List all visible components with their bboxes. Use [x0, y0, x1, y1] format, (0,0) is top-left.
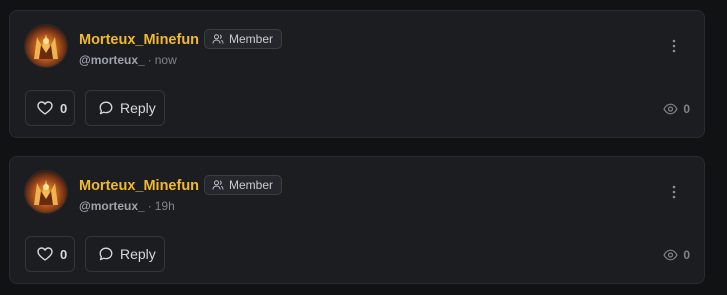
avatar[interactable]	[25, 25, 67, 67]
avatar[interactable]	[25, 171, 67, 213]
eye-icon	[663, 103, 678, 115]
like-button[interactable]: 0	[25, 236, 75, 272]
chat-bubble-icon	[99, 101, 113, 115]
meta-separator: ·	[147, 199, 152, 213]
reply-button[interactable]: Reply	[85, 90, 165, 126]
comment-feed: Morteux_Minefun Member @morteux_ · now 0…	[0, 0, 727, 295]
heart-icon	[37, 247, 53, 261]
role-badge-label: Member	[229, 32, 274, 46]
view-count-value: 0	[683, 102, 690, 116]
reply-button[interactable]: Reply	[85, 236, 165, 272]
reply-label: Reply	[120, 100, 156, 116]
view-count: 0	[663, 102, 690, 116]
author-name[interactable]: Morteux_Minefun	[79, 31, 199, 49]
role-badge: Member	[204, 175, 283, 195]
comment-card: Morteux_Minefun Member @morteux_ · 19h 0…	[9, 156, 705, 284]
like-count: 0	[60, 100, 68, 116]
post-meta: @morteux_ · now	[79, 53, 177, 67]
view-count-value: 0	[683, 248, 690, 262]
author-handle[interactable]: @morteux_	[79, 199, 145, 213]
role-badge: Member	[204, 29, 283, 49]
author-name[interactable]: Morteux_Minefun	[79, 177, 199, 195]
more-vertical-icon	[672, 185, 676, 199]
author-handle[interactable]: @morteux_	[79, 53, 145, 67]
view-count: 0	[663, 248, 690, 262]
more-options-button[interactable]	[666, 183, 682, 201]
reply-label: Reply	[120, 246, 156, 262]
meta-separator: ·	[147, 53, 152, 67]
eye-icon	[663, 249, 678, 261]
like-count: 0	[60, 246, 68, 262]
post-meta: @morteux_ · 19h	[79, 199, 175, 213]
more-options-button[interactable]	[666, 37, 682, 55]
comment-card: Morteux_Minefun Member @morteux_ · now 0…	[9, 10, 705, 138]
post-timestamp: 19h	[154, 199, 175, 213]
chat-bubble-icon	[99, 247, 113, 261]
avatar-image	[34, 34, 58, 59]
heart-icon	[37, 101, 53, 115]
more-vertical-icon	[672, 39, 676, 53]
avatar-image	[34, 180, 58, 205]
post-timestamp: now	[154, 53, 177, 67]
role-badge-label: Member	[229, 178, 274, 192]
user-group-icon	[212, 34, 224, 44]
user-group-icon	[212, 180, 224, 190]
like-button[interactable]: 0	[25, 90, 75, 126]
